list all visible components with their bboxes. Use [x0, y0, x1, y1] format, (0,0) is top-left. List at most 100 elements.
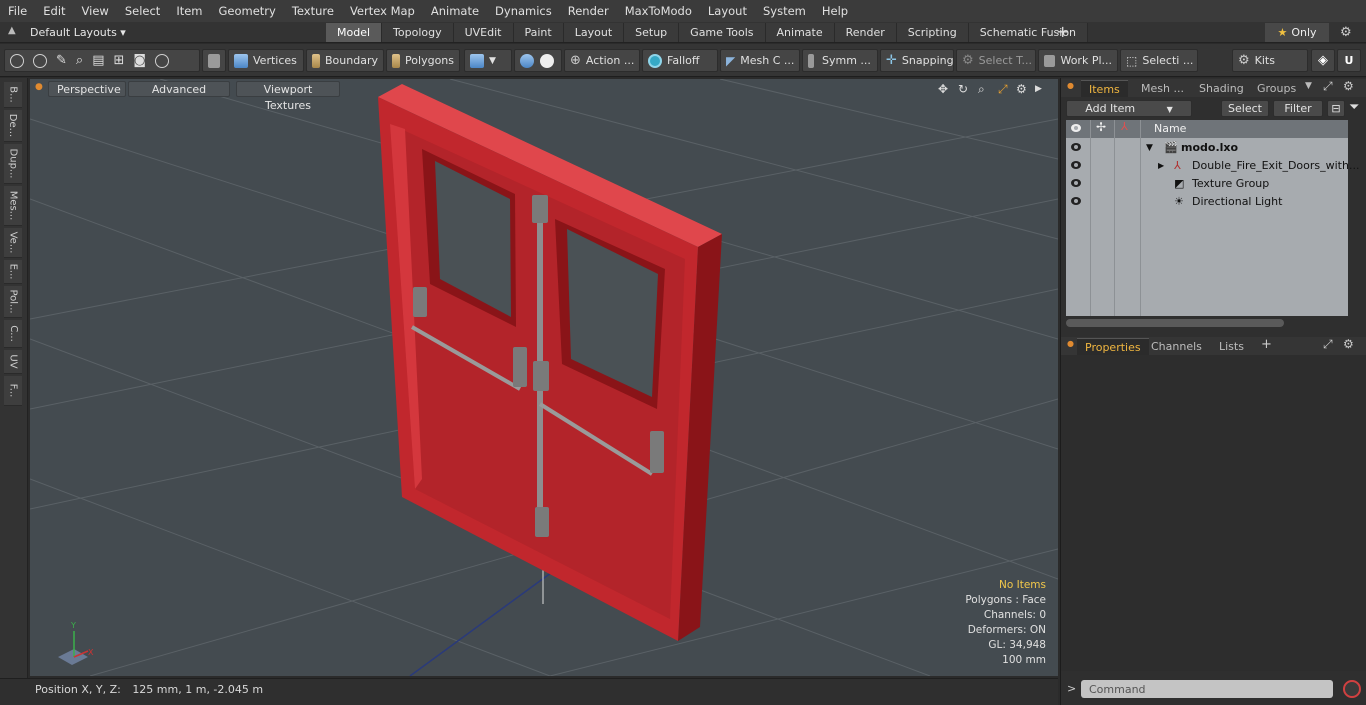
add-item-button[interactable]: Add Item ▼ [1066, 100, 1192, 117]
tab-animate[interactable]: Animate [765, 23, 835, 42]
visibility-eye-icon[interactable] [1071, 143, 1081, 151]
scrollbar-thumb[interactable] [1066, 319, 1284, 327]
menu-file[interactable]: File [0, 0, 35, 22]
visibility-header-icon[interactable] [1071, 124, 1081, 132]
select-button[interactable]: Select [1221, 100, 1269, 117]
tab-properties[interactable]: Properties [1077, 338, 1149, 355]
list-item[interactable]: ▶ ⅄ Double_Fire_Exit_Doors_with... [1066, 157, 1359, 175]
circle-select-icon[interactable] [10, 53, 24, 68]
tab-render[interactable]: Render [834, 23, 897, 42]
falloff-button[interactable]: Falloff [642, 49, 718, 72]
menu-maxtomodo[interactable]: MaxToModo [617, 0, 700, 22]
viewport-menu-dot-icon[interactable]: ● [35, 82, 43, 92]
fire-exit-door-model[interactable] [378, 84, 722, 641]
zoom-view-icon[interactable]: ⌕ [978, 82, 985, 97]
items-mode-button[interactable] [202, 49, 226, 72]
mesh-constraints-button[interactable]: ◤ Mesh C ... [720, 49, 800, 72]
name-column-header[interactable]: Name [1154, 122, 1186, 135]
menu-edit[interactable]: Edit [35, 0, 73, 22]
material-mode-dropdown[interactable]: ▼ [464, 49, 512, 72]
menu-geometry[interactable]: Geometry [211, 0, 284, 22]
expand-triangle-icon[interactable]: ▼ [1146, 139, 1153, 157]
left-tab-uv[interactable]: UV [4, 350, 22, 374]
panel-gear-icon[interactable]: ⚙ [1343, 79, 1354, 93]
viewport-gear-icon[interactable]: ⚙ [1016, 82, 1027, 96]
tab-scripting[interactable]: Scripting [896, 23, 969, 42]
menu-view[interactable]: View [74, 0, 117, 22]
render-header-icon[interactable]: ⅄ [1121, 120, 1128, 133]
panel-expand-icon[interactable]: ⤢ [1323, 337, 1333, 352]
timer-icon[interactable] [155, 53, 170, 68]
modo-cube-button[interactable]: ◈ [1311, 49, 1335, 72]
collapse-arrow-icon[interactable]: ▲ [8, 25, 16, 36]
collapse-list-icon[interactable]: ⊟ [1327, 100, 1345, 117]
sphere-icon[interactable] [540, 53, 554, 68]
tabs-chevron-down-icon[interactable]: ▼ [1305, 81, 1312, 91]
list-item[interactable]: ☀ Directional Light [1066, 193, 1348, 211]
visibility-eye-icon[interactable] [1071, 161, 1081, 169]
fit-view-icon[interactable]: ⤢ [998, 82, 1008, 97]
left-tab-curve[interactable]: C... [4, 320, 22, 348]
filter-funnel-icon[interactable]: ⏷ [1349, 100, 1359, 115]
panel-expand-icon[interactable]: ⤢ [1323, 79, 1333, 94]
tab-items[interactable]: Items [1081, 80, 1128, 97]
left-tab-polygon[interactable]: Pol... [4, 286, 22, 318]
tab-setup[interactable]: Setup [624, 23, 680, 42]
visibility-eye-icon[interactable] [1071, 179, 1081, 187]
center-icon[interactable]: ⊞ [113, 53, 124, 68]
tab-groups[interactable]: Groups [1249, 80, 1304, 97]
expand-triangle-icon[interactable]: ▶ [1158, 157, 1164, 175]
advanced-button[interactable]: Advanced [128, 81, 230, 97]
add-tab-button[interactable]: + [1261, 337, 1272, 352]
tab-lists[interactable]: Lists [1211, 338, 1252, 355]
list-item[interactable]: ▼ 🎬 modo.lxo [1066, 139, 1348, 157]
left-tab-mesh-edit[interactable]: Mes... [4, 186, 22, 226]
visibility-eye-icon[interactable] [1071, 197, 1081, 205]
vertices-button[interactable]: Vertices [228, 49, 304, 72]
action-center-button[interactable]: ⊕ Action ... [564, 49, 640, 72]
left-tab-edge[interactable]: E... [4, 260, 22, 284]
snapping-button[interactable]: ✛ Snapping [880, 49, 954, 72]
panel-menu-dot-icon[interactable]: ● [1067, 81, 1074, 90]
layouts-dropdown[interactable]: Default Layouts ▾ [30, 22, 126, 43]
left-tab-vertex[interactable]: Ve... [4, 228, 22, 258]
menu-layout[interactable]: Layout [700, 0, 755, 22]
menu-render[interactable]: Render [560, 0, 617, 22]
lock-header-icon[interactable]: ✢ [1096, 120, 1106, 134]
record-macro-icon[interactable] [1343, 680, 1361, 698]
kits-button[interactable]: ⚙ Kits [1232, 49, 1308, 72]
only-button[interactable]: ★ Only [1265, 23, 1329, 42]
tab-uvedit[interactable]: UVEdit [453, 23, 514, 42]
filter-button[interactable]: Filter [1273, 100, 1323, 117]
menu-vertex-map[interactable]: Vertex Map [342, 0, 423, 22]
command-input[interactable] [1081, 680, 1333, 698]
menu-texture[interactable]: Texture [284, 0, 342, 22]
items-horizontal-scrollbar[interactable] [1061, 318, 1348, 328]
menu-item[interactable]: Item [168, 0, 210, 22]
align-icon[interactable]: ▤ [92, 53, 104, 68]
viewport-scene[interactable]: Y X [30, 79, 1058, 676]
menu-select[interactable]: Select [117, 0, 168, 22]
boundary-button[interactable]: Boundary [306, 49, 384, 72]
panel-menu-dot-icon[interactable]: ● [1067, 339, 1074, 348]
left-tab-deform[interactable]: De... [4, 110, 22, 142]
add-tab-button[interactable]: + [1056, 22, 1069, 42]
work-plane-button[interactable]: Work Pl... [1038, 49, 1118, 72]
perspective-button[interactable]: Perspective [48, 81, 126, 97]
tab-channels[interactable]: Channels [1143, 338, 1210, 355]
left-tab-fusion[interactable]: F... [4, 376, 22, 406]
viewport-expand-icon[interactable]: ▶ [1035, 84, 1042, 94]
polygons-button[interactable]: Polygons [386, 49, 460, 72]
tab-layout[interactable]: Layout [563, 23, 625, 42]
panel-gear-icon[interactable]: ⚙ [1343, 337, 1354, 351]
gear-icon[interactable]: ⚙ [1340, 22, 1352, 43]
items-list[interactable]: ✢ ⅄ Name ▼ 🎬 modo.lxo ▶ ⅄ Double_Fire_Ex… [1066, 120, 1359, 316]
tab-model[interactable]: Model [326, 23, 383, 42]
frame-icon[interactable]: ◙ [133, 53, 146, 68]
move-view-icon[interactable]: ✥ [938, 82, 948, 96]
left-tab-duplicate[interactable]: Dup... [4, 144, 22, 184]
pen-icon[interactable]: ✎ [56, 53, 67, 68]
tab-paint[interactable]: Paint [513, 23, 564, 42]
select-through-button[interactable]: ⚙ Select T... [956, 49, 1036, 72]
left-tab-basic[interactable]: B... [4, 82, 22, 108]
